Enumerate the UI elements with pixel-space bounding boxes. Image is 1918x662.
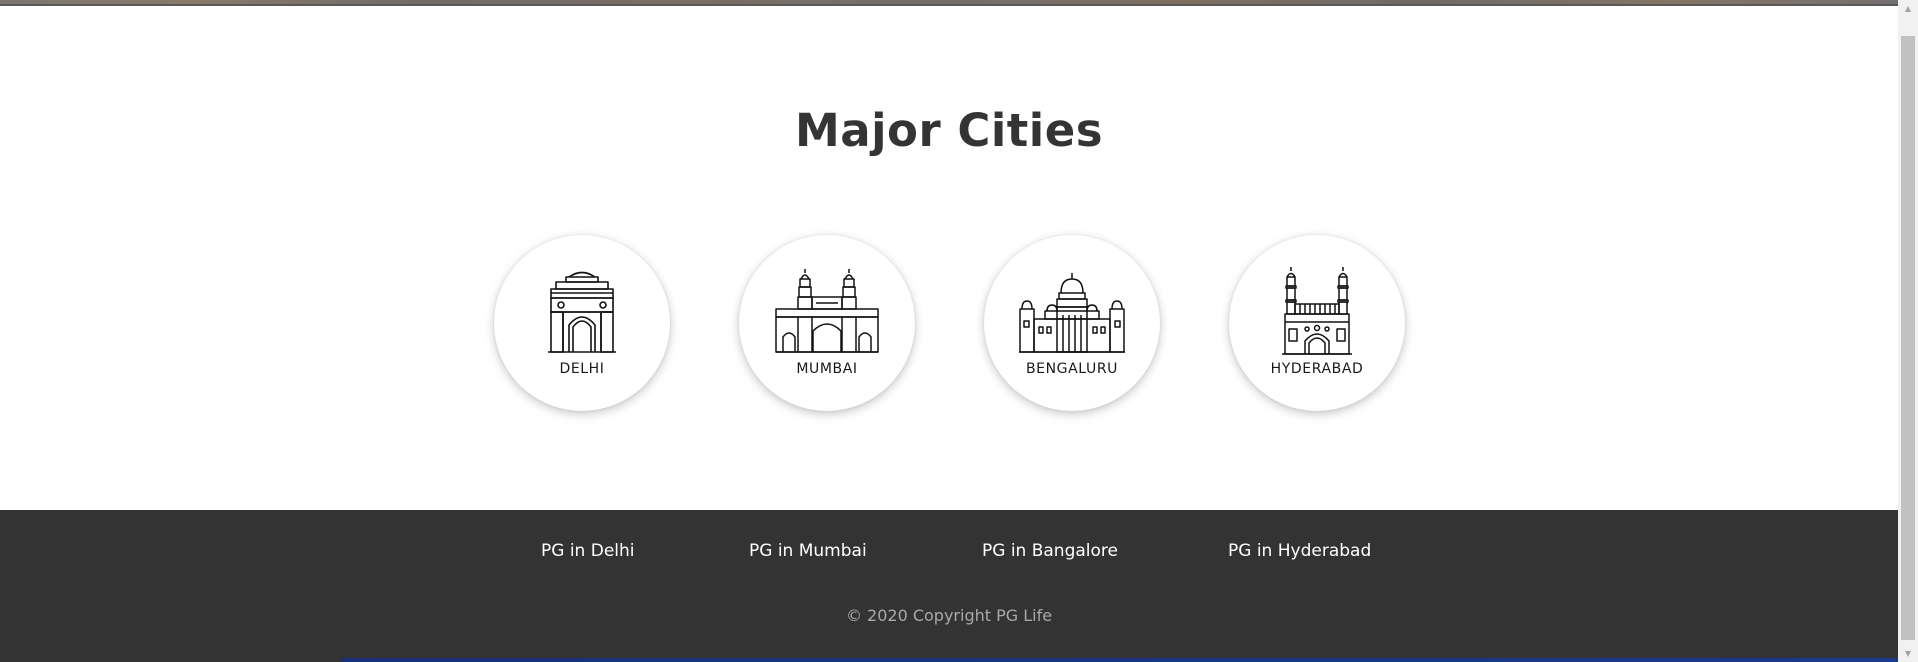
scroll-up-arrow-icon[interactable]: ▲ bbox=[1898, 0, 1918, 17]
city-name: BENGALURU bbox=[1025, 361, 1119, 377]
city-name: MUMBAI bbox=[796, 361, 858, 377]
city-name: DELHI bbox=[559, 361, 605, 377]
footer-link-pg-delhi[interactable]: PG in Delhi bbox=[541, 541, 635, 561]
scrollbar-thumb[interactable] bbox=[1901, 36, 1915, 640]
city-card-mumbai[interactable]: MUMBAI bbox=[739, 235, 915, 411]
page: Major Cities DELHI MUMBAI BENGALURU HYDE… bbox=[0, 0, 1918, 662]
india-gate-icon bbox=[548, 271, 616, 353]
vidhana-soudha-icon bbox=[1019, 273, 1125, 353]
footer-link-pg-mumbai[interactable]: PG in Mumbai bbox=[749, 541, 867, 561]
city-card-hyderabad[interactable]: HYDERABAD bbox=[1229, 235, 1405, 411]
footer-link-pg-hyderabad[interactable]: PG in Hyderabad bbox=[1228, 541, 1371, 561]
page-bottom-edge bbox=[0, 658, 1898, 662]
major-cities-section: Major Cities DELHI MUMBAI BENGALURU HYDE… bbox=[0, 6, 1898, 510]
city-card-bengaluru[interactable]: BENGALURU bbox=[984, 235, 1160, 411]
footer-link-pg-bangalore[interactable]: PG in Bangalore bbox=[982, 541, 1118, 561]
gateway-of-india-icon bbox=[775, 269, 879, 353]
scroll-down-arrow-icon[interactable]: ▼ bbox=[1898, 645, 1918, 662]
vertical-scrollbar[interactable]: ▲ ▼ bbox=[1898, 0, 1918, 662]
copyright-text: © 2020 Copyright PG Life bbox=[845, 606, 1053, 625]
city-name: HYDERABAD bbox=[1270, 361, 1364, 377]
charminar-icon bbox=[1282, 267, 1352, 355]
city-card-delhi[interactable]: DELHI bbox=[494, 235, 670, 411]
section-title: Major Cities bbox=[794, 104, 1104, 157]
footer: PG in Delhi PG in Mumbai PG in Bangalore… bbox=[0, 510, 1898, 660]
